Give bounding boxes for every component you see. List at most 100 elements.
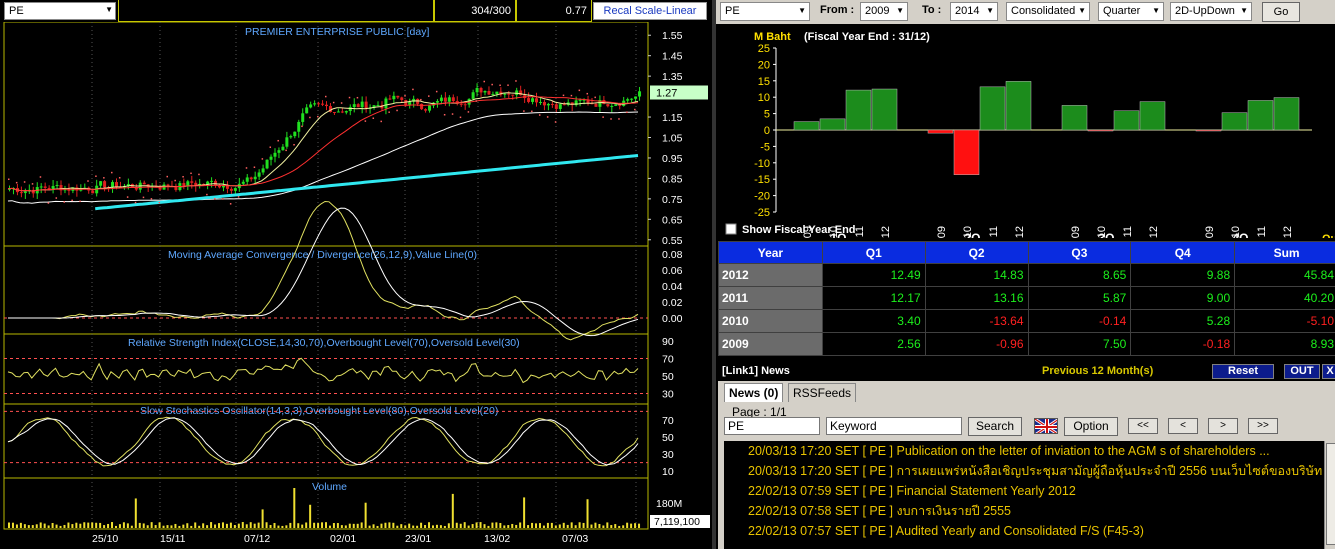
bar-2Q-10[interactable]	[953, 129, 980, 175]
col-q4[interactable]: Q4	[1130, 241, 1236, 264]
volume-bar	[75, 522, 78, 528]
volume-bar	[237, 523, 240, 528]
candle-body	[309, 104, 313, 108]
symbol-select[interactable]: PE ▼	[4, 2, 116, 20]
bar-1Q-11[interactable]	[845, 89, 872, 131]
first-page-button[interactable]: <<	[1128, 418, 1158, 434]
col-q3[interactable]: Q3	[1027, 241, 1132, 264]
bar-3Q-10[interactable]	[1087, 129, 1114, 132]
table-row[interactable]: 2009 2.56 -0.96 7.50 -0.18 8.93	[718, 332, 1335, 356]
last-page-button[interactable]: >>	[1248, 418, 1278, 434]
x-date-label: 07/12	[244, 533, 270, 545]
panel-border-price	[3, 22, 649, 247]
close-button[interactable]: X	[1322, 364, 1335, 379]
news-header: [Link1] News Previous 12 Month(s) Reset …	[716, 363, 1335, 380]
bar-3Q-12[interactable]	[1139, 101, 1166, 131]
price-tick-label: 0.95	[662, 153, 683, 165]
keyword-input[interactable]: Keyword	[826, 417, 962, 435]
candle-body	[400, 97, 404, 100]
table-row[interactable]: 2010 3.40 -13.64 -0.14 5.28 -5.10	[718, 309, 1335, 333]
volume-bar	[562, 522, 565, 528]
bar-1Q-12[interactable]	[871, 88, 898, 131]
volume-bar	[388, 522, 391, 528]
tab-rssfeeds[interactable]: RSSFeeds	[788, 383, 857, 402]
candle-body	[626, 99, 630, 101]
bar-2Q-11[interactable]	[979, 86, 1006, 131]
sar-dot	[483, 80, 485, 83]
candle-body	[39, 186, 43, 188]
sar-dot	[39, 176, 42, 178]
col-q1[interactable]: Q1	[821, 241, 926, 264]
col-sum[interactable]: Sum	[1234, 241, 1335, 264]
consolidated-select[interactable]: Consolidated ▼	[1006, 2, 1090, 21]
bar-4Q-12[interactable]	[1273, 97, 1300, 131]
sar-dot	[237, 196, 240, 198]
period-select[interactable]: Quarter ▼	[1098, 2, 1164, 21]
bar-4Q-11[interactable]	[1247, 100, 1274, 131]
search-button[interactable]: Search	[968, 417, 1022, 436]
go-button[interactable]: Go	[1262, 2, 1300, 22]
bar-2Q-12[interactable]	[1005, 81, 1032, 131]
sar-dot	[269, 146, 272, 148]
col-year[interactable]: Year	[718, 241, 823, 264]
recal-scale-button[interactable]: Recal Scale-Linear	[593, 2, 707, 20]
candle-body	[483, 91, 487, 93]
news-item[interactable]: 20/03/13 17:20 SET [ PE ] Publication on…	[724, 441, 1324, 461]
bar-3Q-11[interactable]	[1113, 110, 1140, 131]
group-label: 2Q	[964, 231, 980, 238]
volume-bar	[47, 525, 50, 528]
volume-bar	[546, 522, 549, 528]
bar-1Q-09[interactable]	[793, 121, 820, 131]
news-scrollbar[interactable]	[1324, 441, 1335, 549]
option-button[interactable]: Option	[1064, 417, 1118, 436]
bar-2Q-09[interactable]	[927, 129, 954, 134]
volume-bar	[352, 523, 355, 528]
volume-bar	[19, 522, 22, 528]
volume-bar	[269, 525, 272, 528]
sar-dot	[31, 183, 34, 185]
rsi-tick-label: 50	[662, 371, 674, 383]
to-year-select[interactable]: 2014 ▼	[950, 2, 998, 21]
show-fy-checkbox[interactable]	[725, 223, 737, 235]
volume-bar	[317, 523, 320, 528]
out-button[interactable]: OUT	[1284, 364, 1320, 379]
candle-body	[305, 107, 309, 114]
news-item[interactable]: 22/02/13 07:59 SET [ PE ] Financial Stat…	[724, 481, 1324, 501]
tab-news[interactable]: News (0)	[724, 383, 784, 402]
volume-bar	[527, 525, 530, 528]
bar-4Q-09[interactable]	[1195, 129, 1222, 132]
next-page-button[interactable]: >	[1208, 418, 1238, 434]
bar-3Q-09[interactable]	[1061, 105, 1088, 131]
volume-bar	[142, 523, 145, 528]
volume-bar	[162, 525, 165, 528]
candle-body	[111, 182, 115, 188]
bar-1Q-10[interactable]	[819, 118, 846, 131]
candle-body	[542, 102, 546, 106]
language-flag-icon[interactable]	[1034, 418, 1058, 434]
sar-dot	[79, 200, 81, 203]
news-item[interactable]: 22/02/13 07:58 SET [ PE ] งบการเงินรายปี…	[724, 501, 1324, 521]
volume-bar	[348, 523, 351, 528]
group-label: 3Q	[1098, 231, 1114, 238]
previous-months-label: Previous 12 Month(s)	[1042, 365, 1154, 377]
col-q2[interactable]: Q2	[924, 241, 1029, 264]
news-item[interactable]: 20/03/13 17:20 SET [ PE ] การเผยแพร่หนัง…	[724, 461, 1324, 481]
table-row[interactable]: 2012 12.49 14.83 8.65 9.88 45.84	[718, 263, 1335, 287]
volume-bar	[27, 525, 30, 528]
bar-4Q-10[interactable]	[1221, 112, 1248, 131]
news-item[interactable]: 22/02/13 07:57 SET [ PE ] Audited Yearly…	[724, 521, 1324, 541]
news-symbol-input[interactable]: PE	[724, 417, 820, 435]
reset-button[interactable]: Reset	[1212, 364, 1274, 379]
cell-q4: -0.18	[1130, 332, 1236, 356]
table-row[interactable]: 2011 12.17 13.16 5.87 9.00 40.20	[718, 286, 1335, 310]
volume-bar	[67, 522, 70, 528]
candle-body	[630, 98, 634, 100]
prev-page-button[interactable]: <	[1168, 418, 1198, 434]
scrollbar-thumb[interactable]	[1326, 443, 1335, 545]
mode-select[interactable]: 2D-UpDown ▼	[1170, 2, 1252, 21]
from-year-select[interactable]: 2009 ▼	[860, 2, 908, 21]
chart-area[interactable]: PREMIER ENTERPRISE PUBLIC [day] 1.55 1.45 1…	[0, 22, 712, 549]
candle-body	[313, 103, 317, 105]
symbol-select-right[interactable]: PE ▼	[720, 2, 810, 21]
sar-dot	[562, 94, 565, 97]
